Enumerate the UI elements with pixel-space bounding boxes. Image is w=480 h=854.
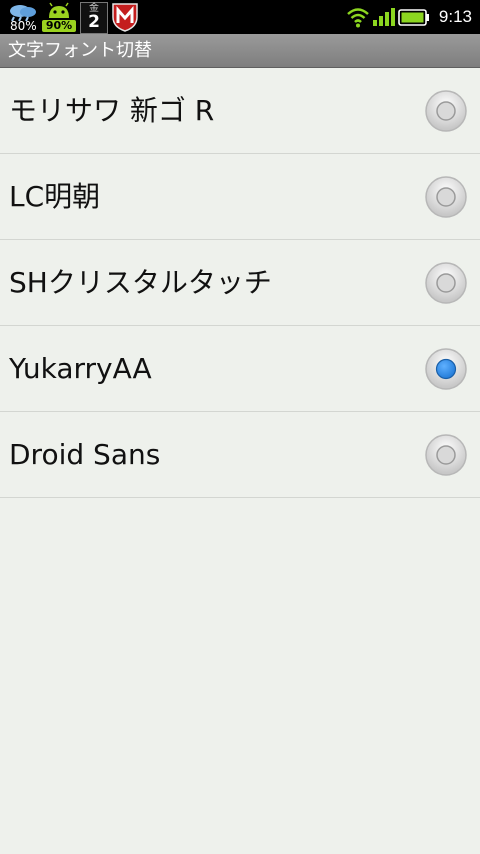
battery-percent-badge: 90% <box>42 20 76 32</box>
status-bar: 80% 90% 金 2 9:13 <box>0 0 480 34</box>
clock: 9:13 <box>438 7 472 26</box>
system-icons: 9:13 <box>330 0 480 34</box>
font-option-lc-mincho[interactable]: LC明朝 <box>0 154 480 240</box>
weather-percent: 80% <box>10 19 37 33</box>
wifi-icon <box>346 6 370 28</box>
page-title: 文字フォント切替 <box>8 40 152 61</box>
font-option-label: LC明朝 <box>9 180 101 213</box>
notification-icons: 80% 90% 金 2 <box>0 0 150 34</box>
font-option-sh-crystal-touch[interactable]: SHクリスタルタッチ <box>0 240 480 326</box>
font-option-droid-sans[interactable]: Droid Sans <box>0 412 480 498</box>
calendar-icon: 金 2 <box>80 2 108 34</box>
title-bar: 文字フォント切替 <box>0 34 480 68</box>
android-icon: 90% <box>42 2 76 32</box>
signal-icon <box>372 8 396 26</box>
font-option-morisawa-shingo[interactable]: モリサワ 新ゴ R <box>0 68 480 154</box>
font-option-label: YukarryAA <box>9 352 152 385</box>
calendar-day: 2 <box>88 12 100 32</box>
font-option-label: SHクリスタルタッチ <box>9 266 272 299</box>
font-option-label: Droid Sans <box>9 438 161 471</box>
battery-icon <box>398 9 430 26</box>
radio-icon[interactable] <box>424 175 468 219</box>
radio-icon[interactable] <box>424 261 468 305</box>
font-list: モリサワ 新ゴ R LC明朝 SHクリスタルタッチ YukarryAA Droi… <box>0 68 480 498</box>
weather-icon: 80% <box>6 2 40 32</box>
mcafee-icon <box>110 1 140 33</box>
font-option-label: モリサワ 新ゴ R <box>9 94 215 127</box>
font-option-yukarryaa[interactable]: YukarryAA <box>0 326 480 412</box>
radio-icon-selected[interactable] <box>424 347 468 391</box>
radio-icon[interactable] <box>424 89 468 133</box>
radio-icon[interactable] <box>424 433 468 477</box>
screen: 80% 90% 金 2 9:13 文字フォント切替 モリサワ 新ゴ R LC明朝… <box>0 0 480 854</box>
